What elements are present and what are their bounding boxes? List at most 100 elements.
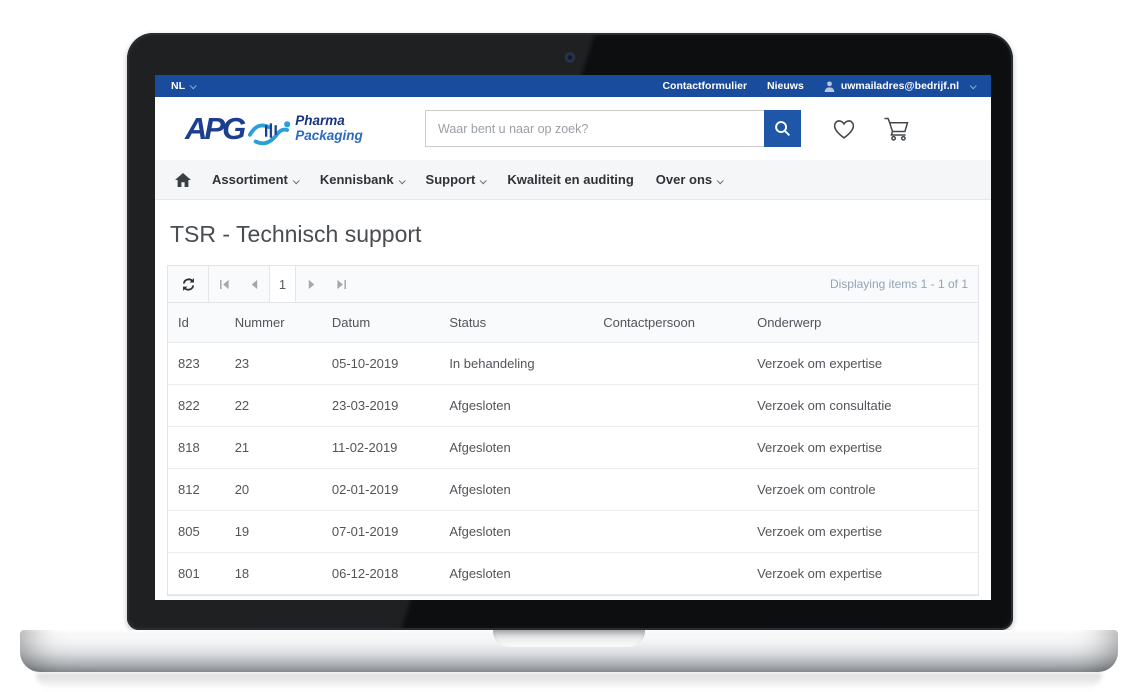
paging-status: Displaying items 1 - 1 of 1	[830, 277, 978, 291]
cell-nummer: 23	[225, 343, 322, 385]
cell-onderwerp: Verzoek om controle	[747, 469, 978, 511]
account-menu[interactable]: uwmailadres@bedrijf.nl	[824, 80, 975, 92]
cell-id: 812	[168, 469, 225, 511]
logo-word-packaging: Packaging	[295, 129, 363, 144]
last-page-icon	[336, 279, 347, 290]
search-button[interactable]	[764, 110, 801, 147]
table-row[interactable]: 8232305-10-2019In behandeling Verzoek om …	[168, 343, 978, 385]
home-icon	[175, 173, 191, 187]
cell-datum: 07-01-2019	[322, 511, 439, 553]
nav-label: Kwaliteit en auditing	[507, 172, 633, 187]
nav-item-support[interactable]: Support	[415, 172, 497, 187]
nav-item-over-ons[interactable]: Over ons	[645, 172, 733, 187]
company-logo[interactable]: APG Pharma Packaging	[185, 112, 403, 146]
chevron-down-icon	[398, 177, 405, 184]
grid-toolbar: 1 Displaying items 1 - 1 of 1	[168, 266, 978, 303]
page-content: TSR - Technisch support	[155, 221, 991, 596]
cell-contactpersoon	[593, 343, 747, 385]
language-label: NL	[171, 80, 185, 92]
chevron-down-icon	[970, 82, 977, 89]
screen-display: NL Contactformulier Nieuws uwmailadres@b…	[155, 75, 991, 600]
laptop-mockup: NL Contactformulier Nieuws uwmailadres@b…	[0, 0, 1138, 692]
cell-nummer: 18	[225, 553, 322, 595]
column-header-datum[interactable]: Datum	[322, 303, 439, 343]
column-header-status[interactable]: Status	[439, 303, 593, 343]
site-header: APG Pharma Packaging	[155, 97, 991, 160]
cell-onderwerp: Verzoek om expertise	[747, 553, 978, 595]
column-header-contactpersoon[interactable]: Contactpersoon	[593, 303, 747, 343]
refresh-button[interactable]	[168, 266, 209, 302]
page-title: TSR - Technisch support	[170, 221, 979, 248]
language-selector[interactable]: NL	[171, 80, 195, 92]
search-input[interactable]	[425, 110, 764, 147]
user-icon	[824, 81, 835, 92]
table-row[interactable]: 8222223-03-2019AfgeslotenVerzoek om cons…	[168, 385, 978, 427]
table-row[interactable]: 8011806-12-2018AfgeslotenVerzoek om expe…	[168, 553, 978, 595]
nav-item-kwaliteit-en-auditing[interactable]: Kwaliteit en auditing	[496, 172, 644, 187]
cell-nummer: 20	[225, 469, 322, 511]
nieuws-link[interactable]: Nieuws	[767, 80, 804, 92]
cell-status: Afgesloten	[439, 469, 593, 511]
previous-page-icon	[249, 279, 260, 290]
cell-nummer: 22	[225, 385, 322, 427]
nav-label: Support	[426, 172, 476, 187]
cell-onderwerp: Verzoek om expertise	[747, 343, 978, 385]
current-page[interactable]: 1	[269, 266, 296, 302]
cell-contactpersoon	[593, 469, 747, 511]
cell-status: Afgesloten	[439, 553, 593, 595]
chevron-down-icon	[293, 177, 300, 184]
cell-nummer: 21	[225, 427, 322, 469]
cell-datum: 11-02-2019	[322, 427, 439, 469]
main-navigation: Assortiment Kennisbank Support Kwaliteit…	[155, 160, 991, 200]
laptop-screen-bezel: NL Contactformulier Nieuws uwmailadres@b…	[127, 33, 1013, 630]
column-header-id[interactable]: Id	[168, 303, 225, 343]
cell-onderwerp: Verzoek om expertise	[747, 427, 978, 469]
nav-label: Assortiment	[212, 172, 288, 187]
cell-status: Afgesloten	[439, 427, 593, 469]
laptop-lid-notch	[493, 630, 645, 647]
nav-label: Kennisbank	[320, 172, 394, 187]
chevron-down-icon	[190, 82, 197, 89]
table-row[interactable]: 8051907-01-2019AfgeslotenVerzoek om expe…	[168, 511, 978, 553]
nav-item-assortiment[interactable]: Assortiment	[201, 172, 309, 187]
cell-datum: 02-01-2019	[322, 469, 439, 511]
cart-button[interactable]	[883, 117, 910, 141]
first-page-icon	[219, 279, 230, 290]
logo-word-pharma: Pharma	[295, 114, 363, 129]
cell-status: In behandeling	[439, 343, 593, 385]
chevron-down-icon	[480, 177, 487, 184]
nav-item-kennisbank[interactable]: Kennisbank	[309, 172, 415, 187]
cell-onderwerp: Verzoek om consultatie	[747, 385, 978, 427]
laptop-reflection	[36, 673, 1102, 689]
chevron-down-icon	[717, 177, 724, 184]
heart-icon	[831, 117, 857, 140]
cell-onderwerp: Verzoek om expertise	[747, 511, 978, 553]
table-row[interactable]: 8122002-01-2019Afgesloten Verzoek om cont…	[168, 469, 978, 511]
cell-nummer: 19	[225, 511, 322, 553]
top-utility-bar: NL Contactformulier Nieuws uwmailadres@b…	[155, 75, 991, 97]
previous-page-button[interactable]	[239, 266, 269, 302]
cell-status: Afgesloten	[439, 385, 593, 427]
cell-contactpersoon	[593, 385, 747, 427]
cell-datum: 05-10-2019	[322, 343, 439, 385]
wishlist-button[interactable]	[831, 117, 857, 140]
tsr-grid: 1 Displaying items 1 - 1 of 1	[167, 265, 979, 596]
next-page-icon	[306, 279, 317, 290]
logo-wordmark: Pharma Packaging	[295, 114, 363, 144]
column-header-nummer[interactable]: Nummer	[225, 303, 322, 343]
table-header-row: Id Nummer Datum Status Contactpersoon On…	[168, 303, 978, 343]
cell-id: 823	[168, 343, 225, 385]
table-row[interactable]: 8182111-02-2019Afgesloten Verzoek om expe…	[168, 427, 978, 469]
column-header-onderwerp[interactable]: Onderwerp	[747, 303, 978, 343]
next-page-button[interactable]	[296, 266, 326, 302]
contactformulier-link[interactable]: Contactformulier	[662, 80, 747, 92]
laptop-base	[20, 630, 1118, 672]
refresh-icon	[181, 277, 196, 292]
cell-id: 818	[168, 427, 225, 469]
cell-datum: 06-12-2018	[322, 553, 439, 595]
last-page-button[interactable]	[326, 266, 356, 302]
search-bar	[425, 110, 801, 147]
first-page-button[interactable]	[209, 266, 239, 302]
home-nav-button[interactable]	[175, 173, 191, 187]
account-email: uwmailadres@bedrijf.nl	[841, 80, 959, 92]
